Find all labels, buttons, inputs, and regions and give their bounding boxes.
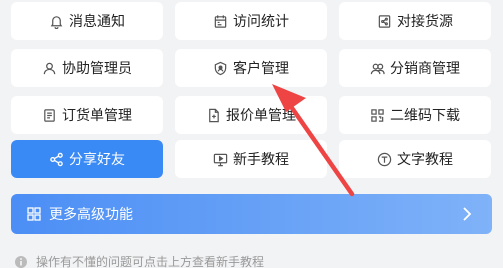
help-hint-text: 操作有不懂的问题可点击上方查看新手教程 — [36, 255, 265, 268]
quote-icon — [206, 108, 221, 123]
bell-icon — [49, 14, 64, 29]
more-advanced-features-banner[interactable]: 更多高级功能 — [11, 194, 492, 234]
share-friends-label: 分享好友 — [69, 152, 125, 168]
distributor-management-button[interactable]: 分销商管理 — [339, 49, 491, 87]
text-tutorial-label: 文字教程 — [397, 152, 453, 168]
quote-management-label: 报价单管理 — [226, 108, 296, 124]
visit-stats-label: 访问统计 — [233, 14, 289, 30]
info-icon — [14, 255, 28, 268]
help-hint: 操作有不懂的问题可点击上方查看新手教程 — [14, 253, 264, 268]
assistant-admin-label: 协助管理员 — [62, 61, 132, 77]
shield-icon — [213, 61, 228, 76]
chevron-right-icon — [460, 206, 474, 222]
text-tutorial-button[interactable]: 文字教程 — [339, 140, 491, 178]
group-icon — [370, 61, 385, 76]
order-management-button[interactable]: 订货单管理 — [11, 96, 163, 134]
distributor-management-label: 分销商管理 — [390, 61, 460, 77]
share-icon — [49, 152, 64, 167]
monitor-icon — [213, 152, 228, 167]
quote-management-button[interactable]: 报价单管理 — [175, 96, 327, 134]
share-friends-button[interactable]: 分享好友 — [11, 140, 163, 178]
supply-source-label: 对接货源 — [397, 14, 453, 30]
supply-source-button[interactable]: 对接货源 — [339, 2, 491, 40]
feature-panel: 消息通知 访问统计 对接货源 协助管理员 客户管理 分销商管理 订货单管理 报价… — [0, 0, 503, 268]
visit-stats-button[interactable]: 访问统计 — [175, 2, 327, 40]
notification-label: 消息通知 — [69, 14, 125, 30]
share-file-icon — [377, 14, 392, 29]
user-icon — [42, 61, 57, 76]
notification-button[interactable]: 消息通知 — [11, 2, 163, 40]
order-management-label: 订货单管理 — [62, 108, 132, 124]
text-icon — [377, 152, 392, 167]
beginner-tutorial-label: 新手教程 — [233, 152, 289, 168]
customer-management-label: 客户管理 — [233, 61, 289, 77]
assistant-admin-button[interactable]: 协助管理员 — [11, 49, 163, 87]
document-icon — [42, 108, 57, 123]
beginner-tutorial-button[interactable]: 新手教程 — [175, 140, 327, 178]
qrcode-download-button[interactable]: 二维码下载 — [339, 96, 491, 134]
qrcode-icon — [370, 108, 385, 123]
customer-management-button[interactable]: 客户管理 — [175, 49, 327, 87]
calendar-icon — [213, 14, 228, 29]
more-advanced-features-label: 更多高级功能 — [49, 207, 133, 223]
qrcode-download-label: 二维码下载 — [390, 108, 460, 124]
grid-icon — [27, 207, 41, 221]
